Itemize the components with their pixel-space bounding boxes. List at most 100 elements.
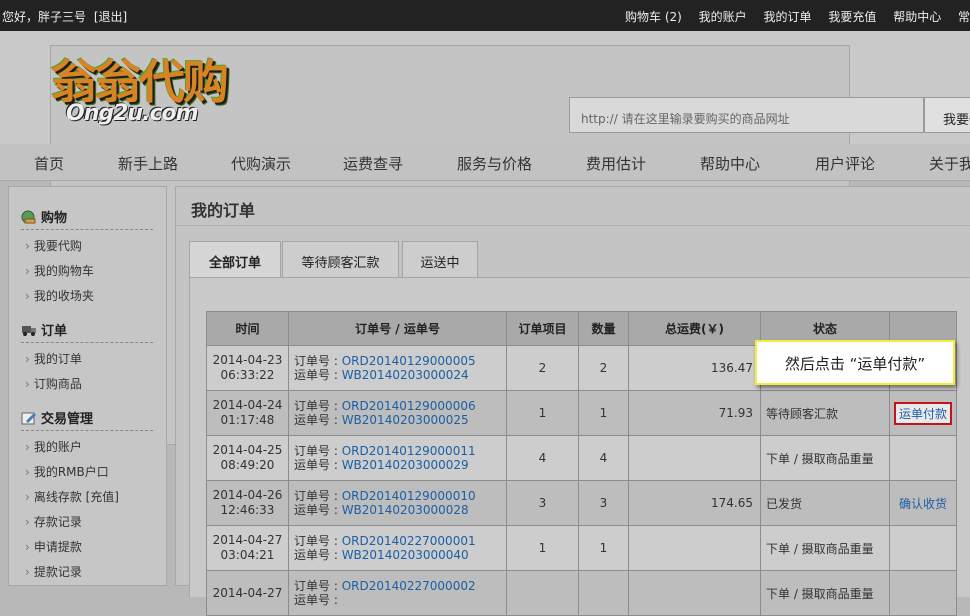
sidebar-section-title: 交易管理 (41, 412, 94, 427)
order-label: 订单号 : (294, 489, 342, 503)
cell-quantity: 1 (578, 390, 629, 436)
nav-item-shipping-query[interactable]: 运费查寻 (343, 153, 403, 174)
nav-item-cost-estimate[interactable]: 费用估计 (586, 153, 646, 174)
cell-time: 2014-04-27 03:04:21 (206, 525, 289, 571)
cell-order-numbers: 订单号 : ORD20140129000005 运单号 : WB201402030… (288, 345, 507, 391)
cell-time-text: 08:49:20 (220, 458, 275, 472)
nav-item-demo[interactable]: 代购演示 (231, 153, 291, 174)
search-button[interactable]: 我要代购 (924, 97, 970, 133)
waybill-label: 运单号 : (294, 458, 342, 472)
cell-time: 2014-04-26 12:46:33 (206, 480, 289, 526)
site-header: 翁翁代购 Ong2u.com http:// 请在这里输录要购买的商品网址 我要… (0, 31, 970, 445)
cell-status: 等待顾客汇款 (760, 390, 890, 436)
order-number-link[interactable]: ORD20140227000001 (342, 534, 476, 548)
nav-item-help[interactable]: 帮助中心 (700, 153, 760, 174)
waybill-number-link[interactable]: WB20140203000040 (342, 548, 469, 562)
logo-sub-text: Ong2u.com (66, 101, 199, 126)
site-logo[interactable]: 翁翁代购 Ong2u.com (40, 43, 850, 445)
sidebar-item-offline-deposit[interactable]: 离线存款 [充值] (25, 488, 119, 505)
cell-order-numbers: 订单号 : ORD20140129000006 运单号 : WB201402030… (288, 390, 507, 436)
waybill-pay-button[interactable]: 运单付款 (893, 401, 952, 425)
sidebar-item-cart[interactable]: 我的购物车 (25, 262, 94, 279)
order-number-link[interactable]: ORD20140129000005 (342, 354, 476, 368)
sidebar-item-order-goods[interactable]: 订购商品 (25, 375, 82, 392)
cell-status: 已发货 (760, 480, 890, 526)
top-link-orders[interactable]: 我的订单 (764, 10, 812, 24)
sidebar-section-trade: 交易管理 (21, 408, 153, 431)
sidebar-item-buy-for-me[interactable]: 我要代购 (25, 237, 82, 254)
cell-action: 确认收货 (889, 480, 957, 526)
cell-order-numbers: 订单号 : ORD20140129000011 运单号 : WB201402030… (288, 435, 507, 481)
logout-link[interactable]: [退出] (94, 10, 127, 24)
nav-item-home[interactable]: 首页 (34, 153, 64, 174)
search-input[interactable]: http:// 请在这里输录要购买的商品网址 (569, 97, 924, 133)
sidebar-section-orders: 订单 (21, 320, 153, 343)
tab-all-orders[interactable]: 全部订单 (189, 241, 281, 278)
shopping-icon (21, 210, 37, 224)
cell-date-text: 2014-04-27 (212, 533, 283, 547)
cell-time: 2014-04-27 (206, 570, 289, 616)
nav-item-about[interactable]: 关于我们 (929, 153, 970, 174)
confirm-receipt-link[interactable]: 确认收货 (899, 497, 947, 511)
top-link-recharge[interactable]: 我要充值 (828, 10, 876, 24)
page-title: 我的订单 (191, 201, 256, 220)
cell-time-text: 03:04:21 (220, 548, 275, 562)
cell-fee: 136.47 (628, 345, 761, 391)
greeting-area: 您好，胖子三号 [退出] (2, 8, 131, 25)
sidebar-item-withdraw-records[interactable]: 提款记录 (25, 563, 82, 580)
top-link-cart[interactable]: 购物车 (2) (625, 10, 682, 24)
cell-quantity: 3 (578, 480, 629, 526)
order-label: 订单号 : (294, 579, 342, 593)
cell-status: 下单 / 摄取商品重量 (760, 570, 890, 616)
truck-icon (21, 323, 37, 337)
top-link-help[interactable]: 帮助中心 (893, 10, 941, 24)
cell-quantity: 4 (578, 435, 629, 481)
waybill-number-link[interactable]: WB20140203000024 (342, 368, 469, 382)
top-link-common[interactable]: 常用 (958, 10, 970, 24)
cell-order-numbers: 订单号 : ORD20140129000010 运单号 : WB201402030… (288, 480, 507, 526)
cell-date-text: 2014-04-24 (212, 398, 283, 412)
order-label: 订单号 : (294, 444, 342, 458)
order-number-link[interactable]: ORD20140129000010 (342, 489, 476, 503)
sidebar-item-deposit-records[interactable]: 存款记录 (25, 513, 82, 530)
col-header-items: 订单项目 (506, 311, 579, 346)
col-header-total-fee: 总运费(￥) (628, 311, 761, 346)
cell-fee (628, 435, 761, 481)
sidebar-item-my-orders[interactable]: 我的订单 (25, 350, 82, 367)
cell-time: 2014-04-23 06:33:22 (206, 345, 289, 391)
sidebar-item-my-account[interactable]: 我的账户 (25, 438, 82, 455)
cell-fee (628, 570, 761, 616)
order-number-link[interactable]: ORD20140129000006 (342, 399, 476, 413)
nav-item-reviews[interactable]: 用户评论 (815, 153, 875, 174)
sidebar-section-title: 购物 (41, 211, 68, 226)
nav-item-service-price[interactable]: 服务与价格 (457, 153, 532, 174)
cell-time: 2014-04-25 08:49:20 (206, 435, 289, 481)
cell-order-numbers: 订单号 : ORD20140227000002 运单号 : (288, 570, 507, 616)
waybill-label: 运单号 : (294, 548, 342, 562)
nav-item-beginner[interactable]: 新手上路 (118, 153, 178, 174)
cell-items: 3 (506, 480, 579, 526)
sidebar-item-withdraw[interactable]: 申请提款 (25, 538, 82, 555)
sidebar-item-favorites[interactable]: 我的收场夹 (25, 287, 94, 304)
cell-quantity (578, 570, 629, 616)
waybill-label: 运单号 : (294, 413, 342, 427)
cell-status: 下单 / 摄取商品重量 (760, 435, 890, 481)
waybill-number-link[interactable]: WB20140203000025 (342, 413, 469, 427)
cell-items (506, 570, 579, 616)
cell-fee: 71.93 (628, 390, 761, 436)
cell-date-text: 2014-04-23 (212, 353, 283, 367)
tab-in-transit[interactable]: 运送中 (402, 241, 478, 277)
order-label: 订单号 : (294, 534, 342, 548)
col-header-quantity: 数量 (578, 311, 629, 346)
cell-date-text: 2014-04-27 (212, 585, 283, 600)
col-header-time: 时间 (206, 311, 289, 346)
cell-fee (628, 525, 761, 571)
sidebar-item-rmb-account[interactable]: 我的RMB户口 (25, 463, 109, 480)
table-row: 2014-04-27 订单号 : ORD20140227000002 运单号 : … (206, 570, 957, 616)
waybill-number-link[interactable]: WB20140203000028 (342, 503, 469, 517)
order-number-link[interactable]: ORD20140129000011 (342, 444, 476, 458)
waybill-number-link[interactable]: WB20140203000029 (342, 458, 469, 472)
tab-awaiting-payment[interactable]: 等待顾客汇款 (282, 241, 399, 277)
top-link-account[interactable]: 我的账户 (699, 10, 747, 24)
order-number-link[interactable]: ORD20140227000002 (342, 579, 476, 593)
